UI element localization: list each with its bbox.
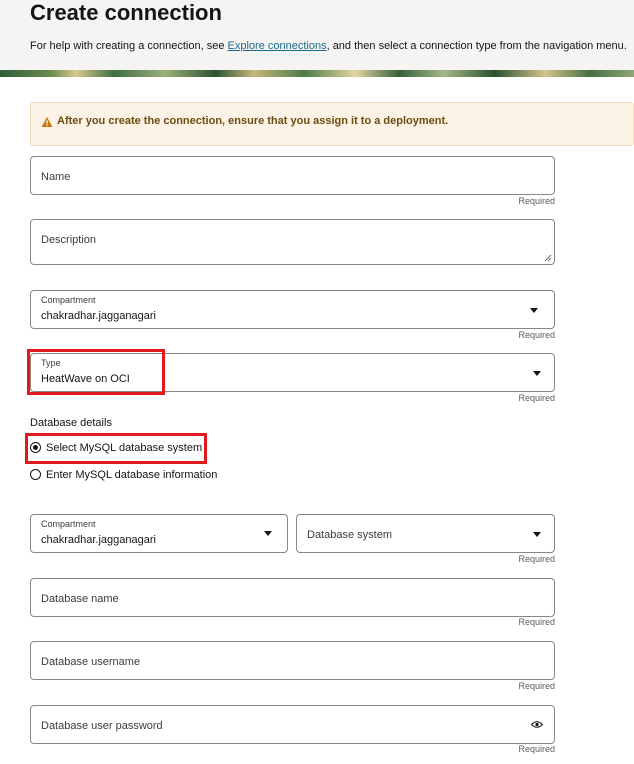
decorative-banner [0, 70, 634, 77]
chevron-down-icon [530, 308, 538, 313]
database-password-placeholder: Database user password [41, 720, 163, 732]
eye-icon[interactable] [531, 720, 543, 729]
radio-enter-mysql-info[interactable]: Enter MySQL database information [30, 467, 220, 483]
radio-select-mysql-system[interactable]: Select MySQL database system [30, 440, 203, 456]
chevron-down-icon [533, 371, 541, 376]
description-placeholder: Description [41, 234, 97, 246]
warning-text: After you create the connection, ensure … [57, 115, 449, 127]
radio-label: Select MySQL database system [46, 442, 203, 454]
database-name-required: Required [518, 617, 555, 627]
database-password-field[interactable]: Database user password [30, 705, 555, 744]
compartment-select[interactable]: Compartment chakradhar.jagganagari [30, 290, 555, 329]
database-password-required: Required [518, 744, 555, 754]
database-details-label: Database details [30, 417, 112, 429]
name-required: Required [518, 196, 555, 206]
radio-label: Enter MySQL database information [46, 469, 218, 481]
db-compartment-value: chakradhar.jagganagari [41, 534, 156, 546]
compartment-label: Compartment [41, 295, 96, 305]
description-field[interactable]: Description [30, 219, 555, 265]
db-compartment-select[interactable]: Compartment chakradhar.jagganagari [30, 514, 288, 553]
page-title: Create connection [30, 0, 222, 25]
help-text: For help with creating a connection, see… [30, 40, 627, 52]
chevron-down-icon [264, 531, 272, 536]
database-system-select[interactable]: Database system [296, 514, 555, 553]
database-username-required: Required [518, 681, 555, 691]
database-name-placeholder: Database name [41, 593, 119, 605]
name-field[interactable]: Name [30, 156, 555, 195]
compartment-value: chakradhar.jagganagari [41, 310, 156, 322]
database-username-placeholder: Database username [41, 656, 141, 668]
resize-handle-icon[interactable] [544, 254, 552, 262]
name-placeholder: Name [41, 171, 71, 183]
database-system-placeholder: Database system [307, 529, 392, 541]
radio-button[interactable] [30, 469, 41, 480]
type-value: HeatWave on OCI [41, 373, 130, 385]
type-required: Required [518, 393, 555, 403]
compartment-required: Required [518, 330, 555, 340]
type-label: Type [41, 358, 61, 368]
help-prefix: For help with creating a connection, see [30, 40, 228, 52]
type-select[interactable]: Type HeatWave on OCI [30, 353, 555, 392]
page-header: Create connection For help with creating… [0, 0, 634, 70]
explore-connections-link[interactable]: Explore connections [228, 40, 327, 52]
help-suffix: , and then select a connection type from… [326, 40, 627, 52]
warning-icon [41, 117, 53, 127]
radio-button[interactable] [30, 442, 41, 453]
database-name-field[interactable]: Database name [30, 578, 555, 617]
warning-alert: After you create the connection, ensure … [30, 102, 634, 146]
database-username-field[interactable]: Database username [30, 641, 555, 680]
chevron-down-icon [533, 532, 541, 537]
database-system-required: Required [518, 554, 555, 564]
db-compartment-label: Compartment [41, 519, 96, 529]
